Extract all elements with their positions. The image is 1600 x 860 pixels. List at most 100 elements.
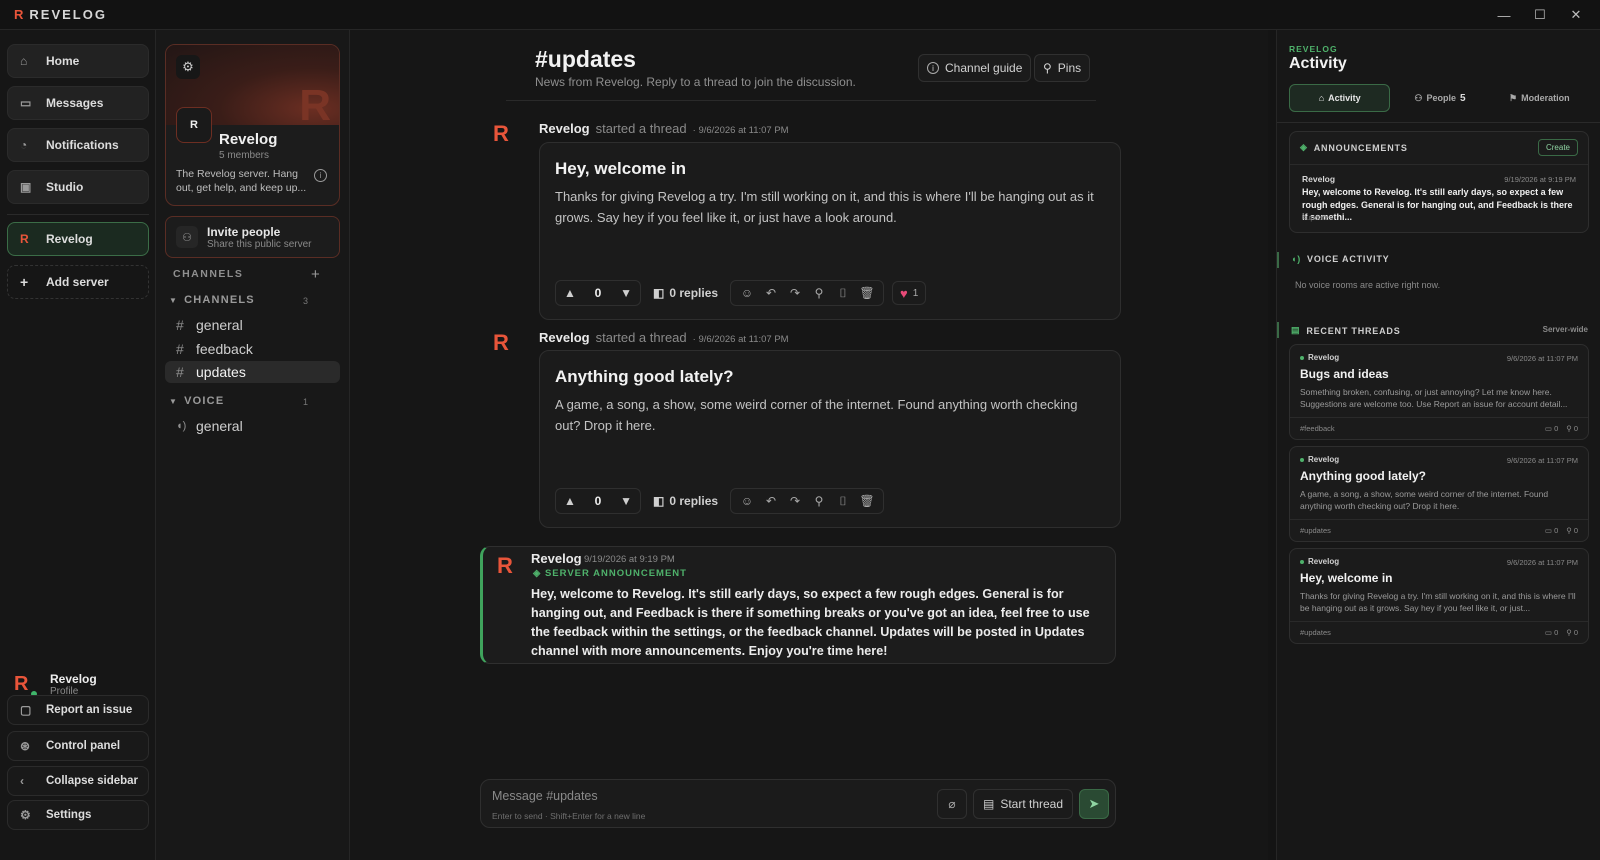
downvote-icon[interactable]: ▼	[620, 494, 632, 508]
announcement-author: Revelog	[1302, 174, 1336, 184]
pins-label: Pins	[1057, 61, 1082, 75]
messages-icon: ▭	[20, 96, 32, 110]
close-icon[interactable]: ✕	[1558, 0, 1594, 30]
react-icon[interactable]: ☺	[735, 286, 759, 300]
voice-channel-general[interactable]: ◖) general	[165, 415, 340, 437]
bookmark-icon[interactable]: ⌷	[831, 494, 855, 509]
brand-logo-letter: R	[14, 7, 24, 22]
react-icon[interactable]: ☺	[735, 494, 759, 508]
share-icon[interactable]: ↷	[783, 494, 807, 508]
vote-control: ▲ 0 ▼	[555, 488, 641, 514]
trash-icon[interactable]: 🗑	[855, 494, 879, 508]
nav-notifications[interactable]: ◔ Notifications	[7, 128, 149, 162]
create-announcement-button[interactable]: Create	[1537, 139, 1578, 156]
report-issue-button[interactable]: ▢ Report an issue	[7, 695, 149, 725]
thread-stats: ▭ 0 ⚲ 0	[1545, 424, 1578, 433]
collapse-sidebar-button[interactable]: ‹ Collapse sidebar	[7, 766, 149, 796]
downvote-icon[interactable]: ▼	[620, 286, 632, 300]
channel-title: #updates	[535, 46, 636, 72]
reply-icon[interactable]: ↶	[759, 494, 783, 508]
panel-divider	[1277, 122, 1600, 123]
post-author[interactable]: Revelog	[539, 121, 590, 136]
minimize-icon[interactable]: —	[1486, 0, 1522, 30]
announcement-body: Hey, welcome to Revelog. It's still earl…	[531, 587, 1090, 658]
upvote-icon[interactable]: ▲	[564, 286, 576, 300]
thread-actions: ▲ 0 ▼ ◧ 0 replies ☺ ↶ ↷ ⚲ ⌷ 🗑	[555, 488, 885, 514]
recent-threads-heading: ▤ RECENT THREADS	[1291, 325, 1401, 336]
pins-count: 0	[1573, 424, 1578, 433]
server-announcement[interactable]: R Revelog 9/19/2026 at 9:19 PM ◈ SERVER …	[480, 546, 1116, 664]
post-timestamp: · 9/6/2026 at 11:07 PM	[692, 125, 789, 136]
channel-feedback[interactable]: # feedback	[165, 338, 340, 360]
pin-icon[interactable]: ⚲	[807, 286, 831, 300]
tab-activity[interactable]: ⌂ Activity	[1289, 84, 1391, 112]
nav-messages[interactable]: ▭ Messages	[7, 86, 149, 120]
channel-group-voice[interactable]: ▼ VOICE	[169, 395, 224, 407]
thread-footer-divider	[1290, 621, 1588, 622]
add-channel-icon[interactable]: +	[311, 266, 320, 283]
invite-people-button[interactable]: ⚇ Invite people Share this public server	[165, 216, 340, 258]
thread-preview: Something broken, confusing, or just ann…	[1300, 387, 1568, 409]
channels-section-label: CHANNELS	[173, 268, 244, 280]
recent-threads-label: RECENT THREADS	[1306, 325, 1401, 336]
tab-people[interactable]: ⚇ People 5	[1390, 84, 1489, 112]
start-thread-button[interactable]: ▤ Start thread	[973, 789, 1073, 819]
control-panel-button[interactable]: ⊛ Control panel	[7, 731, 149, 761]
post-meta: Revelog started a thread · 9/6/2026 at 1…	[539, 121, 789, 136]
header-divider	[506, 100, 1096, 101]
replies-label: 0 replies	[669, 286, 719, 300]
bookmark-icon[interactable]: ⌷	[831, 286, 855, 301]
server-settings-icon[interactable]: ⚙	[176, 55, 200, 79]
announcements-divider	[1290, 164, 1588, 165]
recent-thread-card[interactable]: Revelog 9/6/2026 at 11:07 PM Anything go…	[1289, 446, 1589, 542]
section-accent	[1277, 322, 1279, 338]
server-name: Revelog	[219, 131, 278, 148]
thread-title: Hey, welcome in	[555, 159, 687, 178]
add-server-button[interactable]: + Add server	[7, 265, 149, 299]
trash-icon[interactable]: 🗑	[855, 286, 879, 300]
heart-reaction[interactable]: ♥ 1	[892, 281, 927, 305]
settings-button[interactable]: ⚙ Settings	[7, 800, 149, 830]
upvote-icon[interactable]: ▲	[564, 494, 576, 508]
invite-text: Invite people Share this public server	[207, 225, 312, 250]
message-input[interactable]: Message #updates	[492, 789, 598, 803]
pins-count: 0	[1573, 628, 1578, 637]
info-icon[interactable]: i	[314, 169, 327, 182]
announcement-channel: #updates	[1302, 213, 1333, 222]
send-icon[interactable]: ➤	[1079, 789, 1109, 819]
tab-people-count: 5	[1460, 92, 1466, 104]
channel-group-text[interactable]: ▼ CHANNELS	[169, 294, 255, 306]
thread-author-label: Revelog	[1308, 353, 1340, 362]
tab-moderation[interactable]: ⚑ Moderation	[1490, 84, 1589, 112]
nav-studio-label: Studio	[46, 180, 84, 194]
server-revelog[interactable]: R Revelog	[7, 222, 149, 256]
app-brand: R REVELOG	[14, 7, 107, 22]
nav-home[interactable]: ⌂ Home	[7, 44, 149, 78]
post-author[interactable]: Revelog	[539, 330, 590, 345]
thread-card[interactable]: Hey, welcome in Thanks for giving Revelo…	[539, 142, 1121, 320]
user-profile[interactable]: R Revelog Profile	[14, 672, 97, 699]
attach-icon[interactable]: ⌀	[937, 789, 967, 819]
recent-thread-card[interactable]: Revelog 9/6/2026 at 11:07 PM Bugs and id…	[1289, 344, 1589, 440]
share-icon[interactable]: ↷	[783, 286, 807, 300]
report-icon: ▢	[20, 703, 32, 717]
announcement-author[interactable]: Revelog	[531, 551, 582, 566]
channel-updates[interactable]: # updates	[165, 361, 340, 383]
start-thread-label: Start thread	[1000, 797, 1064, 811]
nav-studio[interactable]: ▣ Studio	[7, 170, 149, 204]
thread-card[interactable]: Anything good lately? A game, a song, a …	[539, 350, 1121, 528]
replies-stat: ▭ 0	[1544, 628, 1559, 637]
thread-actions: ▲ 0 ▼ ◧ 0 replies ☺ ↶ ↷ ⚲ ⌷ 🗑 ♥ 1	[555, 280, 927, 306]
recent-thread-card[interactable]: Revelog 9/6/2026 at 11:07 PM Hey, welcom…	[1289, 548, 1589, 644]
pin-icon[interactable]: ⚲	[807, 494, 831, 508]
channel-general[interactable]: # general	[165, 314, 340, 336]
maximize-icon[interactable]: ☐	[1522, 0, 1558, 30]
thread-author: Revelog	[1300, 455, 1339, 464]
replies-button[interactable]: ◧ 0 replies	[653, 494, 718, 508]
add-server-label: Add server	[46, 275, 109, 289]
channel-guide-button[interactable]: i Channel guide	[918, 54, 1032, 82]
reply-icon[interactable]: ↶	[759, 286, 783, 300]
announcement-preview[interactable]: Hey, welcome to Revelog. It's still earl…	[1302, 186, 1580, 224]
replies-button[interactable]: ◧ 0 replies	[653, 286, 718, 300]
pins-button[interactable]: ⚲ Pins	[1034, 54, 1091, 82]
